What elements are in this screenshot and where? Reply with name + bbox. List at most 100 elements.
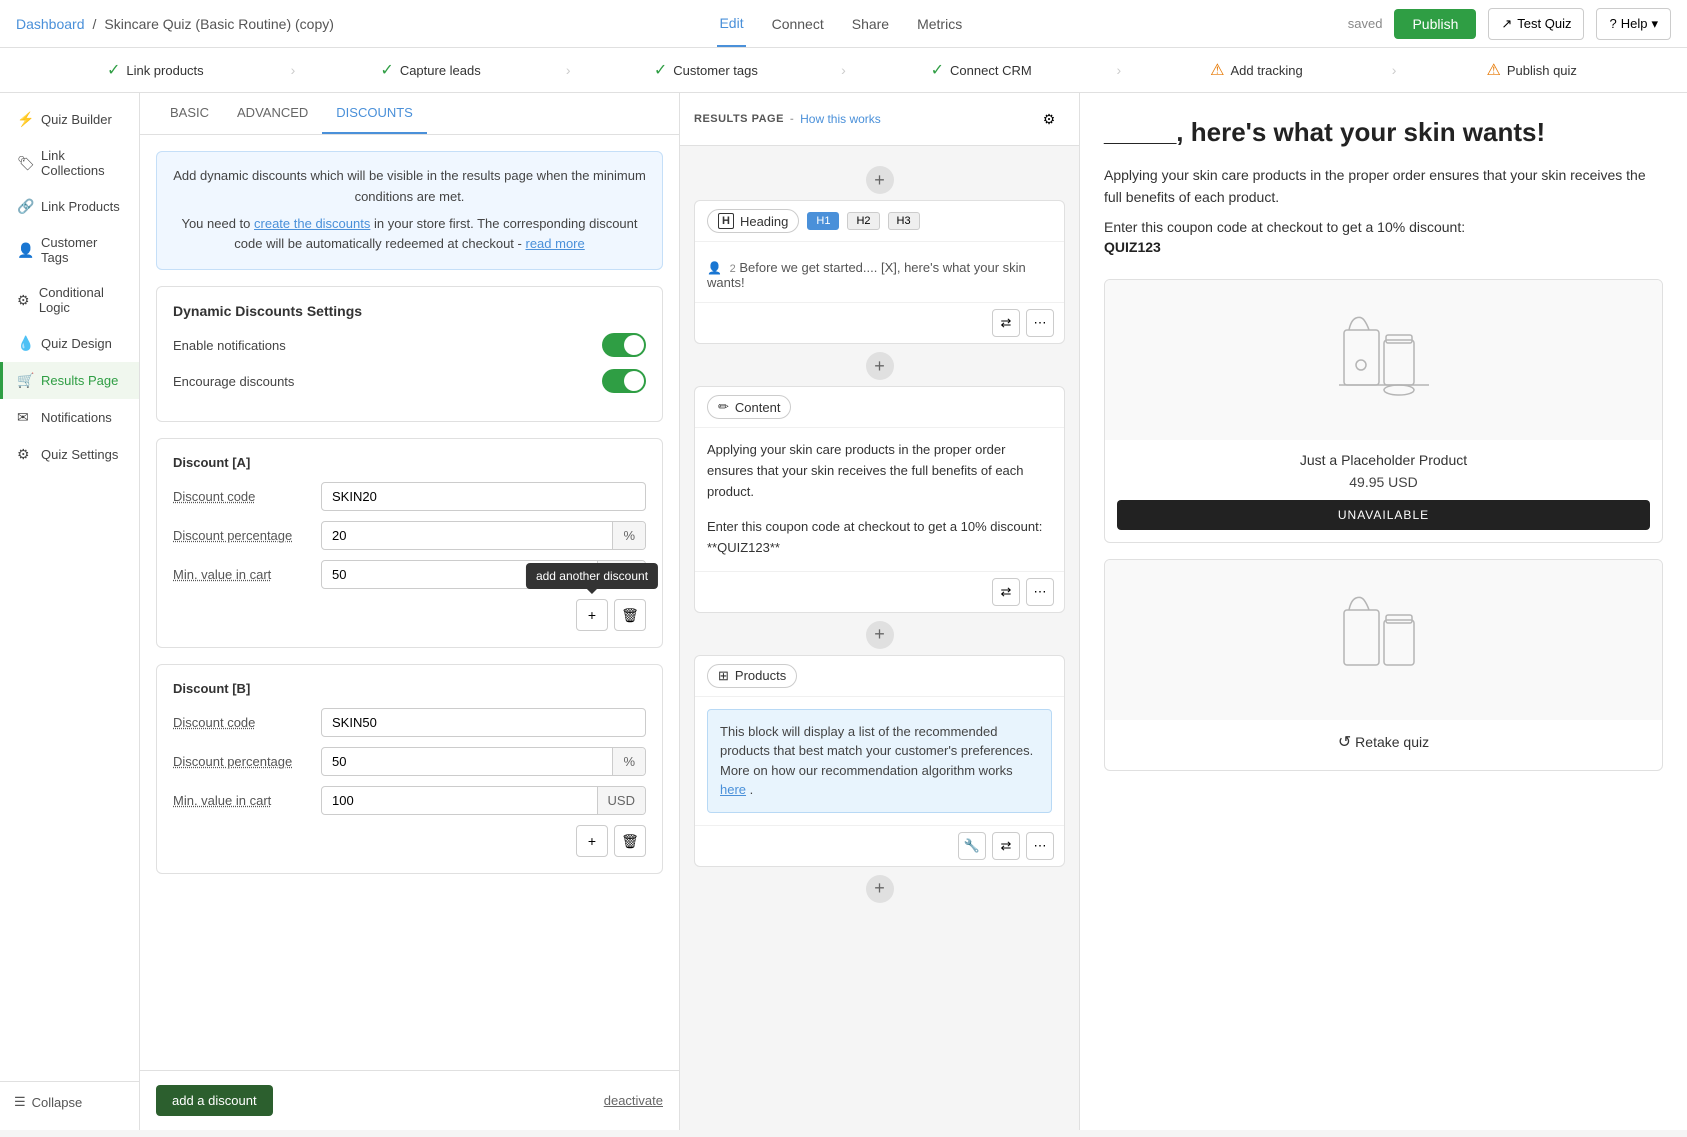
tab-connect[interactable]: Connect	[770, 2, 826, 46]
content-swap-button[interactable]: ⇄	[992, 578, 1020, 606]
results-page-icon: 🛒	[17, 372, 33, 389]
quiz-builder-icon: ⚡	[17, 111, 33, 128]
sidebar-item-quiz-builder[interactable]: ⚡ Quiz Builder	[0, 101, 139, 138]
content-more-button[interactable]: ⋯	[1026, 578, 1054, 606]
how-this-works-link[interactable]: How this works	[800, 112, 881, 126]
progress-label: Link products	[126, 63, 203, 78]
sidebar-item-customer-tags[interactable]: 👤 Customer Tags	[0, 225, 139, 275]
panel-bottom-actions: add a discount deactivate	[140, 1070, 679, 1130]
progress-customer-tags[interactable]: ✓ Customer tags	[575, 60, 838, 80]
add-discount-button[interactable]: add a discount	[156, 1085, 273, 1116]
products-block-header: ⊞ Products	[695, 656, 1064, 697]
add-block-middle-button[interactable]: +	[866, 352, 894, 380]
discount-b-percent-input[interactable]	[322, 748, 612, 775]
heading-block: H Heading H1 H2 H3 👤 2 Before we get sta…	[694, 200, 1065, 344]
panel-content: Add dynamic discounts which will be visi…	[140, 135, 679, 1070]
delete-discount-b-button[interactable]: 🗑	[614, 825, 646, 857]
help-button[interactable]: ? Help ▾	[1596, 8, 1671, 40]
add-block-bottom-button[interactable]: +	[866, 875, 894, 903]
percent-suffix: %	[612, 522, 645, 549]
progress-link-products[interactable]: ✓ Link products	[24, 60, 287, 80]
discount-a-percent-row: Discount percentage %	[173, 521, 646, 550]
sidebar-item-link-collections[interactable]: 🏷 Link Collections	[0, 138, 139, 188]
products-wrench-button[interactable]: 🔧	[958, 832, 986, 860]
min-cart-label: Min. value in cart	[173, 567, 313, 582]
delete-discount-a-button[interactable]: 🗑	[614, 599, 646, 631]
heading-block-label[interactable]: H Heading	[707, 209, 799, 233]
content-block-actions: ⇄ ⋯	[695, 571, 1064, 612]
add-discount-row-button[interactable]: +	[576, 599, 608, 631]
tab-advanced[interactable]: ADVANCED	[223, 93, 322, 134]
sidebar-item-conditional-logic[interactable]: ⚙ Conditional Logic	[0, 275, 139, 325]
dashboard-link[interactable]: Dashboard	[16, 16, 85, 32]
tab-discounts[interactable]: DISCOUNTS	[322, 93, 427, 134]
panel-tabs: BASIC ADVANCED DISCOUNTS	[140, 93, 679, 135]
h1-button[interactable]: H1	[807, 212, 839, 230]
heading-more-button[interactable]: ⋯	[1026, 309, 1054, 337]
discount-b-code-input[interactable]	[321, 708, 646, 737]
discount-a-code-row: Discount code	[173, 482, 646, 511]
products-swap-button[interactable]: ⇄	[992, 832, 1020, 860]
tab-metrics[interactable]: Metrics	[915, 2, 964, 46]
top-navigation: Dashboard / Skincare Quiz (Basic Routine…	[0, 0, 1687, 48]
settings-gear-button[interactable]: ⚙	[1033, 103, 1065, 135]
sidebar-item-link-products[interactable]: 🔗 Link Products	[0, 188, 139, 225]
deactivate-button[interactable]: deactivate	[604, 1093, 663, 1108]
check-icon: ✓	[931, 60, 944, 80]
products-more-button[interactable]: ⋯	[1026, 832, 1054, 860]
info-line1: Add dynamic discounts which will be visi…	[173, 166, 646, 208]
discount-b-min-cart-input[interactable]	[322, 787, 597, 814]
encourage-discounts-row: Encourage discounts	[173, 369, 646, 393]
enable-notifications-toggle[interactable]	[602, 333, 646, 357]
main-tabs: Edit Connect Share Metrics	[717, 1, 964, 47]
publish-button[interactable]: Publish	[1394, 9, 1476, 39]
help-icon: ?	[1609, 16, 1616, 31]
unavailable-button-1[interactable]: UNAVAILABLE	[1117, 500, 1650, 530]
collapse-button[interactable]: ☰ Collapse	[0, 1081, 139, 1122]
discount-a-percent-input[interactable]	[322, 522, 612, 549]
header-dash: -	[790, 113, 794, 125]
add-block-top-button[interactable]: +	[866, 166, 894, 194]
sidebar-item-notifications[interactable]: ✉ Notifications	[0, 399, 139, 436]
info-line2: You need to create the discounts in your…	[173, 214, 646, 256]
link-collections-icon: 🏷	[17, 155, 33, 172]
h3-button[interactable]: H3	[888, 212, 920, 230]
progress-connect-crm[interactable]: ✓ Connect CRM	[850, 60, 1113, 80]
tab-share[interactable]: Share	[850, 2, 891, 46]
product-info-2: ↺ Retake quiz	[1105, 720, 1662, 770]
tab-edit[interactable]: Edit	[717, 1, 745, 47]
breadcrumb-area: Dashboard / Skincare Quiz (Basic Routine…	[16, 16, 334, 32]
heading-swap-button[interactable]: ⇄	[992, 309, 1020, 337]
heading-h-icon: H	[718, 213, 734, 229]
progress-bar: ✓ Link products › ✓ Capture leads › ✓ Cu…	[0, 48, 1687, 93]
test-quiz-button[interactable]: ↗ Test Quiz	[1488, 8, 1584, 40]
content-block-header: ✏ Content	[695, 387, 1064, 428]
add-block-products-button[interactable]: +	[866, 621, 894, 649]
progress-add-tracking[interactable]: ⚠ Add tracking	[1125, 60, 1388, 80]
products-block-label[interactable]: ⊞ Products	[707, 664, 797, 688]
add-discount-b-row-button[interactable]: +	[576, 825, 608, 857]
discount-a-code-input[interactable]	[321, 482, 646, 511]
progress-publish-quiz[interactable]: ⚠ Publish quiz	[1400, 60, 1663, 80]
encourage-discounts-toggle[interactable]	[602, 369, 646, 393]
recommendation-link[interactable]: here	[720, 782, 746, 797]
content-block: ✏ Content Applying your skin care produc…	[694, 386, 1065, 613]
product-card-2: ↺ Retake quiz	[1104, 559, 1663, 771]
retake-quiz-label: ↺ Retake quiz	[1117, 732, 1650, 752]
products-block-card: ⊞ Products This block will display a lis…	[694, 655, 1065, 867]
discount-code-label-b: Discount code	[173, 715, 313, 730]
h2-button[interactable]: H2	[847, 212, 879, 230]
create-discounts-link[interactable]: create the discounts	[254, 216, 370, 231]
enable-notifications-label: Enable notifications	[173, 338, 286, 353]
discount-b-percent-row: Discount percentage %	[173, 747, 646, 776]
tab-basic[interactable]: BASIC	[156, 93, 223, 134]
sidebar-item-quiz-design[interactable]: 💧 Quiz Design	[0, 325, 139, 362]
sidebar-item-quiz-settings[interactable]: ⚙ Quiz Settings	[0, 436, 139, 473]
right-panel: _____, here's what your skin wants! Appl…	[1080, 93, 1687, 1130]
progress-capture-leads[interactable]: ✓ Capture leads	[299, 60, 562, 80]
read-more-link[interactable]: read more	[525, 236, 584, 251]
heading-block-body: 👤 2 Before we get started.... [X], here'…	[695, 242, 1064, 302]
content-block-label[interactable]: ✏ Content	[707, 395, 791, 419]
discount-b-min-cart-input-group: USD	[321, 786, 646, 815]
sidebar-item-results-page[interactable]: 🛒 Results Page	[0, 362, 139, 399]
